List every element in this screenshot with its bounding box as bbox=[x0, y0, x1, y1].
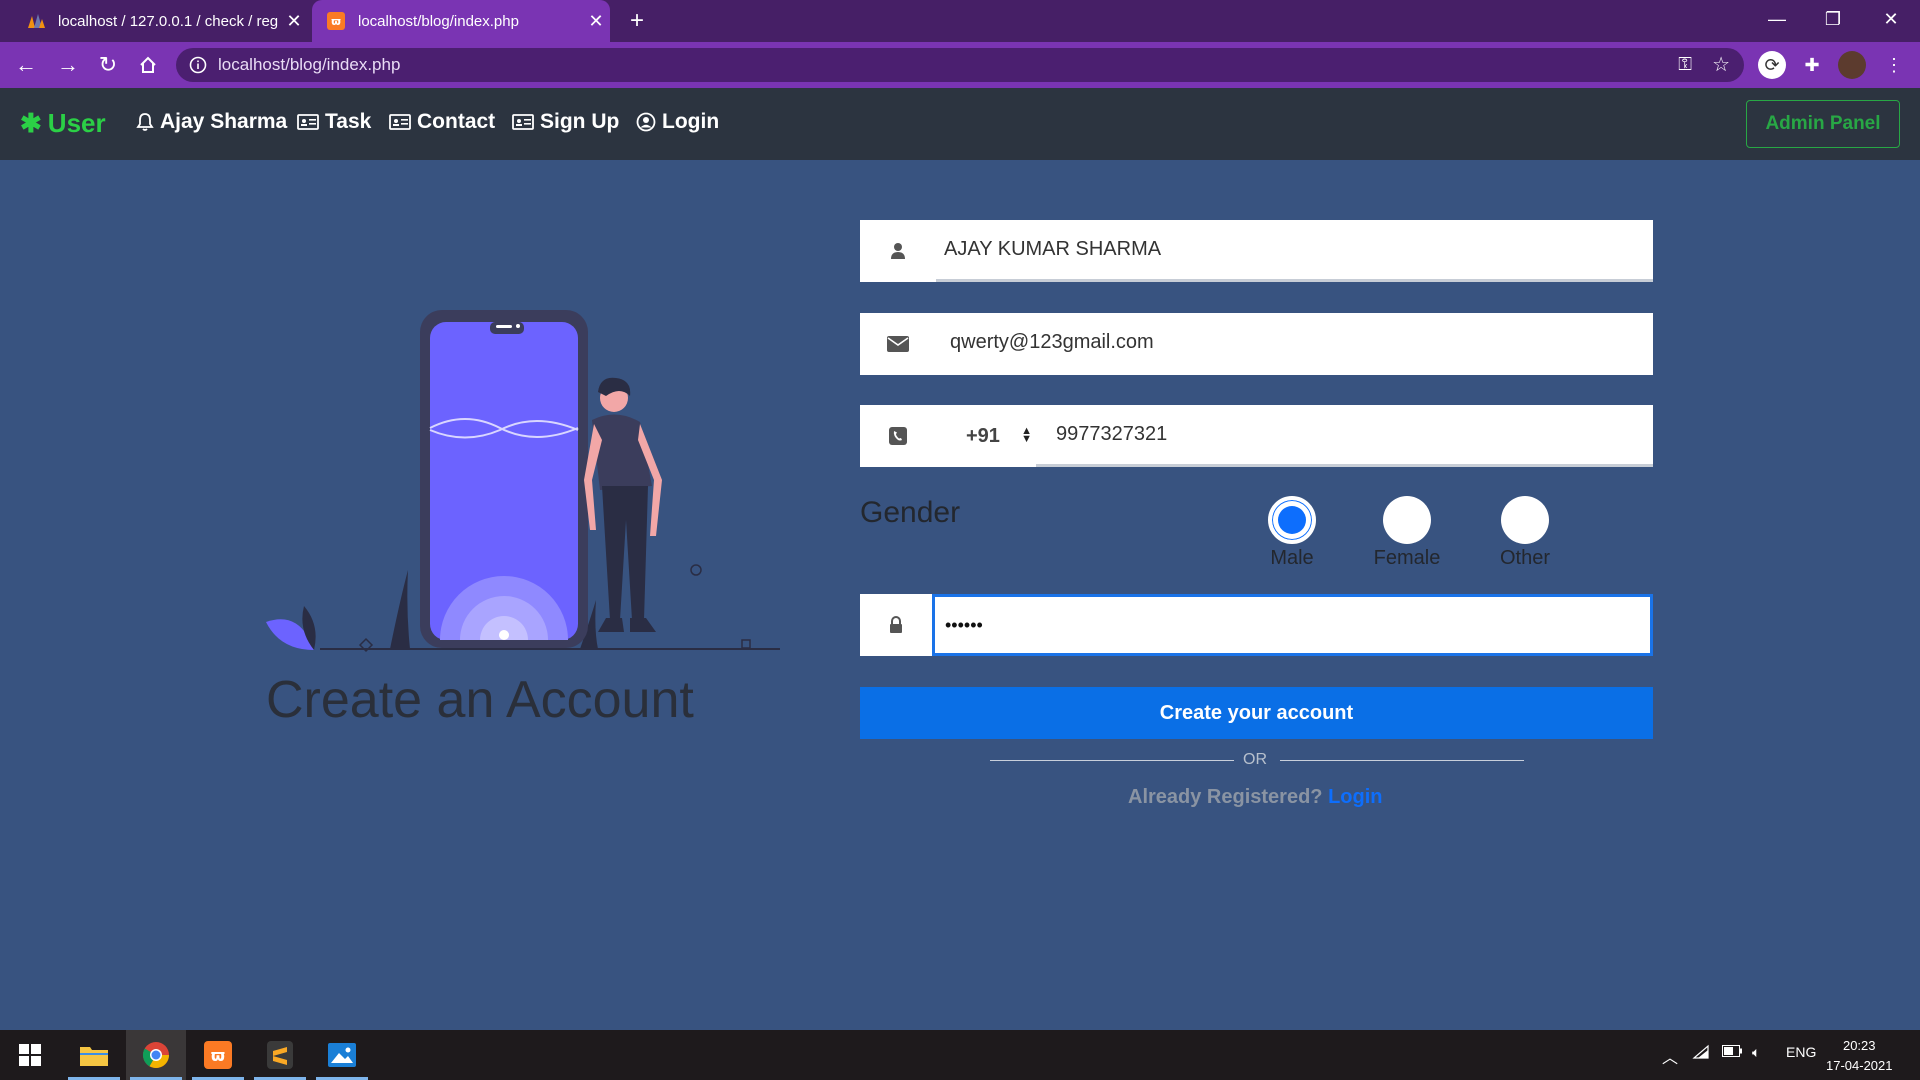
reload-icon[interactable]: ↻ bbox=[92, 49, 124, 81]
nav-link-signup[interactable]: Sign Up bbox=[512, 110, 619, 134]
xampp-icon: ϖ bbox=[326, 11, 346, 31]
back-arrow-icon[interactable]: ← bbox=[10, 49, 42, 81]
email-field[interactable]: qwerty@123gmail.com bbox=[860, 313, 1653, 375]
nav-link-label: Contact bbox=[417, 110, 496, 133]
clock-date: 17-04-2021 bbox=[1826, 1058, 1893, 1073]
forward-arrow-icon[interactable]: → bbox=[52, 49, 84, 81]
user-icon bbox=[860, 220, 936, 282]
divider-right bbox=[1280, 760, 1524, 761]
site-navbar: ✱ User Ajay Sharma Task Contact Sign Up … bbox=[0, 88, 1920, 160]
input-underline bbox=[936, 279, 1653, 282]
country-code-select[interactable]: +91 ▲ ▼ bbox=[936, 405, 1046, 467]
already-registered-text: Already Registered? bbox=[1128, 786, 1323, 808]
sublime-text-icon[interactable] bbox=[250, 1030, 310, 1080]
site-info-icon[interactable] bbox=[188, 55, 208, 75]
new-tab-button[interactable]: + bbox=[622, 6, 652, 36]
nav-link-task[interactable]: Task bbox=[297, 110, 371, 134]
battery-icon[interactable] bbox=[1722, 1044, 1742, 1060]
input-underline bbox=[1036, 464, 1653, 467]
tab-title: localhost/blog/index.php bbox=[358, 12, 519, 30]
file-explorer-icon[interactable] bbox=[64, 1030, 124, 1080]
svg-text:ϖ: ϖ bbox=[211, 1046, 225, 1065]
address-bar[interactable]: localhost/blog/index.php ⚿ ☆ bbox=[176, 48, 1744, 82]
speaker-icon[interactable]: 🔈︎ bbox=[1752, 1044, 1760, 1061]
close-window-icon[interactable]: ✕ bbox=[1866, 4, 1916, 34]
already-registered-line: Already Registered? Login bbox=[1128, 786, 1383, 809]
name-input[interactable]: AJAY KUMAR SHARMA bbox=[944, 238, 1161, 261]
admin-panel-button[interactable]: Admin Panel bbox=[1746, 100, 1900, 148]
password-input[interactable]: •••••• bbox=[932, 594, 1653, 656]
signup-illustration bbox=[266, 310, 780, 653]
divider-left bbox=[990, 760, 1234, 761]
gender-label-other: Other bbox=[1499, 547, 1551, 569]
language-indicator[interactable]: ENG bbox=[1786, 1044, 1816, 1060]
phpmyadmin-icon bbox=[26, 11, 46, 31]
windows-start-icon[interactable] bbox=[0, 1030, 60, 1080]
lock-icon bbox=[860, 594, 932, 656]
email-input[interactable]: qwerty@123gmail.com bbox=[950, 331, 1154, 354]
gender-label-male: Male bbox=[1270, 547, 1314, 569]
nav-link-label: Task bbox=[325, 110, 372, 133]
phone-input[interactable]: 9977327321 bbox=[1056, 423, 1167, 446]
bookmark-star-icon[interactable]: ☆ bbox=[1712, 52, 1730, 77]
name-field[interactable]: AJAY KUMAR SHARMA bbox=[860, 220, 1653, 282]
browser-toolbar: ← → ↻ localhost/blog/index.php ⚿ ☆ ⟳ ✚ ⋮ bbox=[0, 42, 1920, 88]
browser-tab-phpmyadmin[interactable]: localhost / 127.0.0.1 / check / reg ✕ bbox=[12, 0, 308, 42]
close-tab-icon[interactable]: ✕ bbox=[280, 11, 308, 32]
select-arrows-icon: ▲ ▼ bbox=[1021, 425, 1032, 445]
id-card-icon bbox=[389, 113, 411, 131]
gender-radio-female[interactable] bbox=[1383, 496, 1431, 544]
system-clock[interactable]: 20:23 17-04-2021 bbox=[1826, 1036, 1893, 1076]
asterisk-icon: ✱ bbox=[20, 108, 42, 138]
brand-link[interactable]: ✱ User bbox=[20, 108, 106, 139]
extensions-puzzle-icon[interactable]: ✚ bbox=[1798, 51, 1826, 79]
browser-tab-blog[interactable]: ϖ localhost/blog/index.php ✕ bbox=[312, 0, 610, 42]
restore-window-icon[interactable]: ❐ bbox=[1808, 4, 1858, 34]
bell-icon bbox=[136, 112, 154, 132]
close-tab-icon[interactable]: ✕ bbox=[582, 11, 610, 32]
windows-taskbar: ϖ ︿ 🔈︎ ENG 20:23 17-04-2021 bbox=[0, 1030, 1920, 1080]
clock-time: 20:23 bbox=[1842, 1038, 1876, 1053]
nav-link-contact[interactable]: Contact bbox=[389, 110, 495, 134]
wifi-icon[interactable] bbox=[1692, 1044, 1710, 1063]
or-divider-text: OR bbox=[1243, 751, 1267, 768]
browser-menu-icon[interactable]: ⋮ bbox=[1880, 51, 1908, 79]
home-icon[interactable] bbox=[132, 49, 164, 81]
create-account-button[interactable]: Create your account bbox=[860, 687, 1653, 739]
gender-label: Gender bbox=[860, 496, 961, 529]
svg-text:ϖ: ϖ bbox=[331, 15, 341, 28]
chrome-icon[interactable] bbox=[126, 1030, 186, 1080]
brand-label: User bbox=[47, 108, 106, 138]
login-link[interactable]: Login bbox=[1328, 786, 1382, 808]
nav-link-label: Ajay Sharma bbox=[160, 110, 288, 133]
envelope-icon bbox=[860, 313, 936, 375]
profile-avatar[interactable] bbox=[1838, 51, 1866, 79]
tab-title: localhost / 127.0.0.1 / check / reg bbox=[58, 12, 279, 30]
url-text: localhost/blog/index.php bbox=[218, 55, 401, 74]
password-field[interactable]: •••••• bbox=[860, 594, 1653, 656]
minimize-window-icon[interactable]: — bbox=[1752, 4, 1802, 34]
country-code-value: +91 bbox=[966, 424, 1000, 447]
nav-link-label: Sign Up bbox=[540, 110, 620, 133]
id-card-icon bbox=[297, 113, 319, 131]
gender-radio-other[interactable] bbox=[1501, 496, 1549, 544]
key-icon[interactable]: ⚿ bbox=[1678, 54, 1692, 75]
gender-radio-male[interactable] bbox=[1268, 496, 1316, 544]
user-circle-icon bbox=[636, 112, 656, 132]
show-hidden-icons-icon[interactable]: ︿ bbox=[1662, 1044, 1678, 1068]
browser-tab-strip: localhost / 127.0.0.1 / check / reg ✕ ϖ … bbox=[0, 0, 1920, 42]
nav-link-login[interactable]: Login bbox=[636, 110, 719, 134]
id-card-icon bbox=[512, 113, 534, 131]
create-account-heading: Create an Account bbox=[266, 671, 694, 729]
phone-field[interactable]: +91 ▲ ▼ 9977327321 bbox=[860, 405, 1653, 467]
extension-sync-icon[interactable]: ⟳ bbox=[1758, 51, 1786, 79]
gender-label-female: Female bbox=[1373, 547, 1441, 569]
phone-icon bbox=[860, 405, 936, 467]
xampp-taskbar-icon[interactable]: ϖ bbox=[188, 1030, 248, 1080]
password-mask: •••••• bbox=[945, 615, 983, 635]
nav-link-label: Login bbox=[662, 110, 720, 133]
photos-icon[interactable] bbox=[312, 1030, 372, 1080]
nav-link-profile[interactable]: Ajay Sharma bbox=[136, 110, 287, 134]
